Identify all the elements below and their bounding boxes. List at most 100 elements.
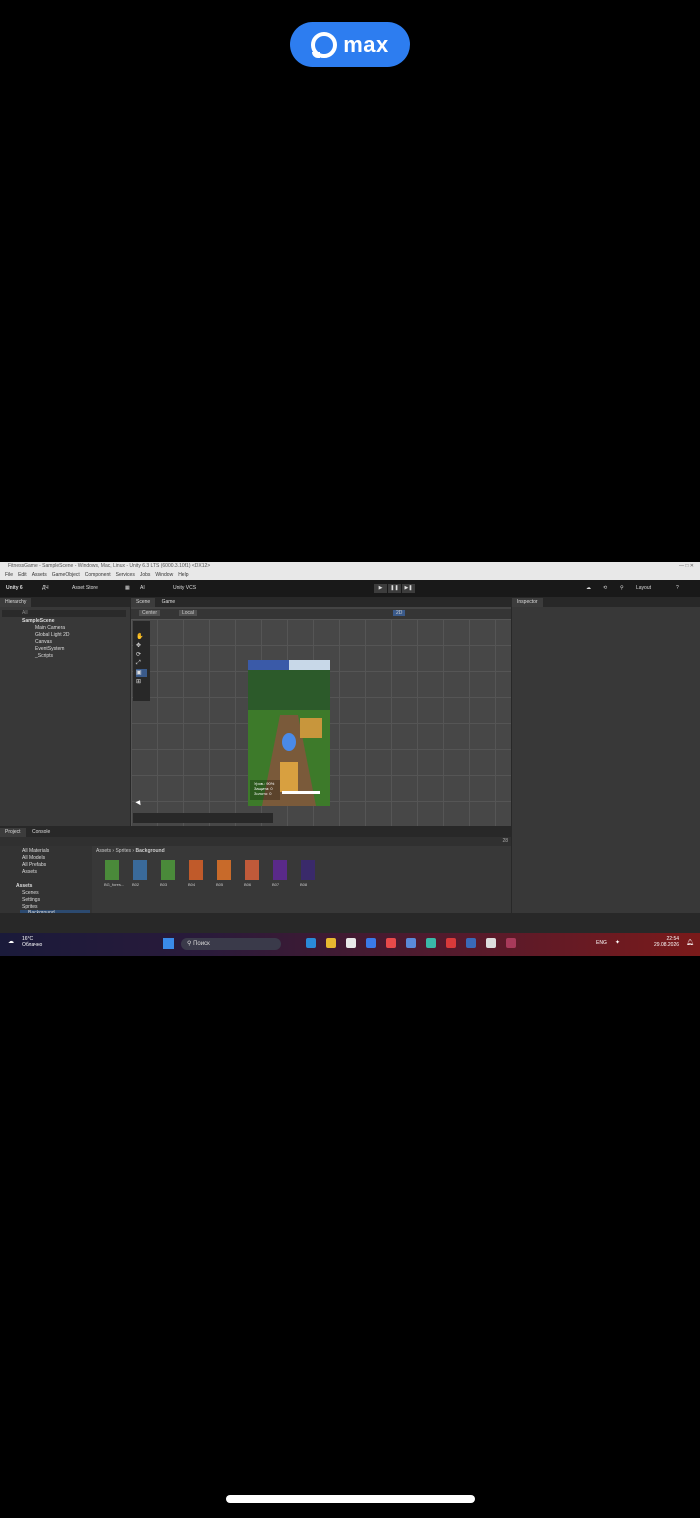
wifi-icon[interactable]: ✦ — [615, 939, 620, 946]
asset-thumbnail[interactable]: B03 — [160, 860, 186, 890]
mode-2d-button[interactable]: 2D — [393, 610, 406, 616]
rotate-tool-icon[interactable]: ⟳ — [136, 651, 147, 659]
project-toolbar: 28 — [0, 837, 511, 846]
account-button[interactable]: ДЧ — [42, 580, 49, 597]
home-indicator[interactable] — [226, 1495, 475, 1503]
unity-vcs-button[interactable]: Unity VCS — [173, 580, 196, 597]
windows-start-icon[interactable] — [163, 938, 174, 949]
hierarchy-item-eventsystem[interactable]: EventSystem — [35, 646, 64, 652]
pause-icon[interactable]: ❚❚ — [388, 584, 401, 593]
weather-widget[interactable]: 16°C Облачно — [22, 936, 42, 948]
hierarchy-item-samplescene[interactable]: SampleScene — [22, 618, 55, 624]
fav-all-models[interactable]: All Models — [22, 855, 45, 861]
asset-thumbnail[interactable]: BG_fores... — [104, 860, 130, 890]
breadcrumb-background[interactable]: Background — [135, 848, 164, 854]
asset-count: 28 — [502, 838, 508, 844]
hierarchy-item-canvas[interactable]: Canvas — [35, 639, 52, 645]
folder-assets[interactable]: Assets — [16, 883, 32, 889]
transform-tool-icon[interactable]: ⊞ — [136, 678, 147, 686]
clock[interactable]: 22:54 29.08.2026 — [654, 936, 679, 948]
menu-file[interactable]: File — [5, 572, 13, 578]
hand-tool-icon[interactable]: ✋ — [136, 633, 147, 641]
rect-tool-icon[interactable]: ▣ — [136, 669, 147, 677]
fav-all-prefabs[interactable]: All Prefabs — [22, 862, 46, 868]
notification-bell-icon[interactable]: 🔔︎ — [686, 939, 694, 946]
scene-view[interactable]: ✋ ✥ ⟳ ⤢ ▣ ⊞ Уров.: 90% Защита: 0 Золото:… — [131, 619, 511, 826]
hierarchy-item-main-camera[interactable]: Main Camera — [35, 625, 65, 631]
app-icon[interactable] — [386, 938, 396, 948]
menu-jobs[interactable]: Jobs — [140, 572, 151, 578]
cloud-weather-icon[interactable]: ☁ — [8, 938, 14, 945]
taskbar-search[interactable]: ⚲ Поиск — [181, 938, 281, 950]
asset-thumbnail[interactable]: B07 — [272, 860, 298, 890]
tab-console[interactable]: Console — [26, 828, 56, 837]
tab-scene[interactable]: Scene — [131, 598, 156, 607]
scene-tabs: Scene Game — [131, 598, 511, 607]
project-folders: All Materials All Models All Prefabs Ass… — [0, 846, 92, 916]
fav-all-materials[interactable]: All Materials — [22, 848, 49, 854]
tab-game[interactable]: Game — [156, 598, 181, 607]
chrome-icon[interactable] — [406, 938, 416, 948]
hierarchy-item-global-light[interactable]: Global Light 2D — [35, 632, 69, 638]
asset-thumbnail[interactable]: B08 — [300, 860, 326, 890]
move-tool-icon[interactable]: ✥ — [136, 642, 147, 650]
asset-preview-image — [245, 860, 259, 880]
app3-icon[interactable] — [446, 938, 456, 948]
play-icon[interactable]: ▶ — [374, 584, 387, 593]
menu-help[interactable]: Help — [178, 572, 188, 578]
asset-store-button[interactable]: Asset Store — [72, 580, 98, 597]
step-icon[interactable]: ▶❚ — [402, 584, 415, 593]
menu-edit[interactable]: Edit — [18, 572, 27, 578]
tool-palette: ✋ ✥ ⟳ ⤢ ▣ ⊞ — [133, 621, 150, 701]
scale-tool-icon[interactable]: ⤢ — [136, 660, 147, 668]
cloud-icon[interactable]: ☁ — [586, 580, 591, 597]
hierarchy-header: Hierarchy — [0, 598, 130, 607]
menu-component[interactable]: Component — [85, 572, 111, 578]
folder-scenes[interactable]: Scenes — [22, 890, 39, 896]
menu-assets[interactable]: Assets — [32, 572, 47, 578]
app5-icon[interactable] — [506, 938, 516, 948]
tab-hierarchy[interactable]: Hierarchy — [0, 598, 32, 607]
asset-label: B05 — [216, 882, 224, 887]
layout-dropdown[interactable]: Layout — [636, 580, 651, 597]
folder-settings[interactable]: Settings — [22, 897, 40, 903]
tab-inspector[interactable]: Inspector — [512, 598, 543, 607]
window-controls[interactable]: — □ ✕ — [679, 562, 694, 571]
asset-preview-image — [273, 860, 287, 880]
menu-window[interactable]: Window — [155, 572, 173, 578]
explorer-icon[interactable] — [326, 938, 336, 948]
asset-preview-image — [105, 860, 119, 880]
tab-project[interactable]: Project — [0, 828, 26, 837]
ai-button[interactable]: AI — [140, 580, 145, 597]
unity-version-button[interactable]: Unity 6 — [6, 580, 23, 597]
edge-icon[interactable] — [306, 938, 316, 948]
clock-date: 29.08.2026 — [654, 942, 680, 948]
window-titlebar: FitnessGame - SampleScene - Windows, Mac… — [0, 562, 700, 571]
hierarchy-item-scripts[interactable]: _Scripts — [35, 653, 53, 659]
notepad-icon[interactable] — [346, 938, 356, 948]
menu-gameobject[interactable]: GameObject — [52, 572, 80, 578]
app4-icon[interactable] — [466, 938, 476, 948]
fav-assets[interactable]: Assets — [22, 869, 37, 875]
breadcrumb-assets[interactable]: Assets — [96, 848, 111, 854]
pivot-dropdown[interactable]: Center — [139, 610, 161, 616]
game-preview-image: Уров.: 90% Защита: 0 Золото: 0 — [248, 660, 330, 806]
history-icon[interactable]: ⟲ — [603, 580, 607, 597]
search-icon[interactable]: ⚲ — [620, 580, 624, 597]
asset-thumbnail[interactable]: B02 — [132, 860, 158, 890]
asset-thumbnail[interactable]: B05 — [216, 860, 242, 890]
asset-thumbnail[interactable]: B04 — [188, 860, 214, 890]
breadcrumb-sprites[interactable]: Sprites — [115, 848, 131, 854]
unity-icon[interactable] — [486, 938, 496, 948]
help-icon[interactable]: ? — [676, 580, 679, 597]
asset-thumbnail[interactable]: B06 — [244, 860, 270, 890]
breadcrumb: Assets › Sprites › Background — [96, 848, 165, 854]
scene-bottom-toolbar[interactable] — [133, 813, 273, 823]
store-icon[interactable] — [366, 938, 376, 948]
menu-services[interactable]: Services — [116, 572, 135, 578]
hierarchy-search[interactable]: All — [2, 610, 126, 617]
space-dropdown[interactable]: Local — [179, 610, 197, 616]
grid-icon[interactable]: ▦ — [125, 580, 130, 597]
language-indicator[interactable]: ENG — [596, 940, 607, 946]
app2-icon[interactable] — [426, 938, 436, 948]
